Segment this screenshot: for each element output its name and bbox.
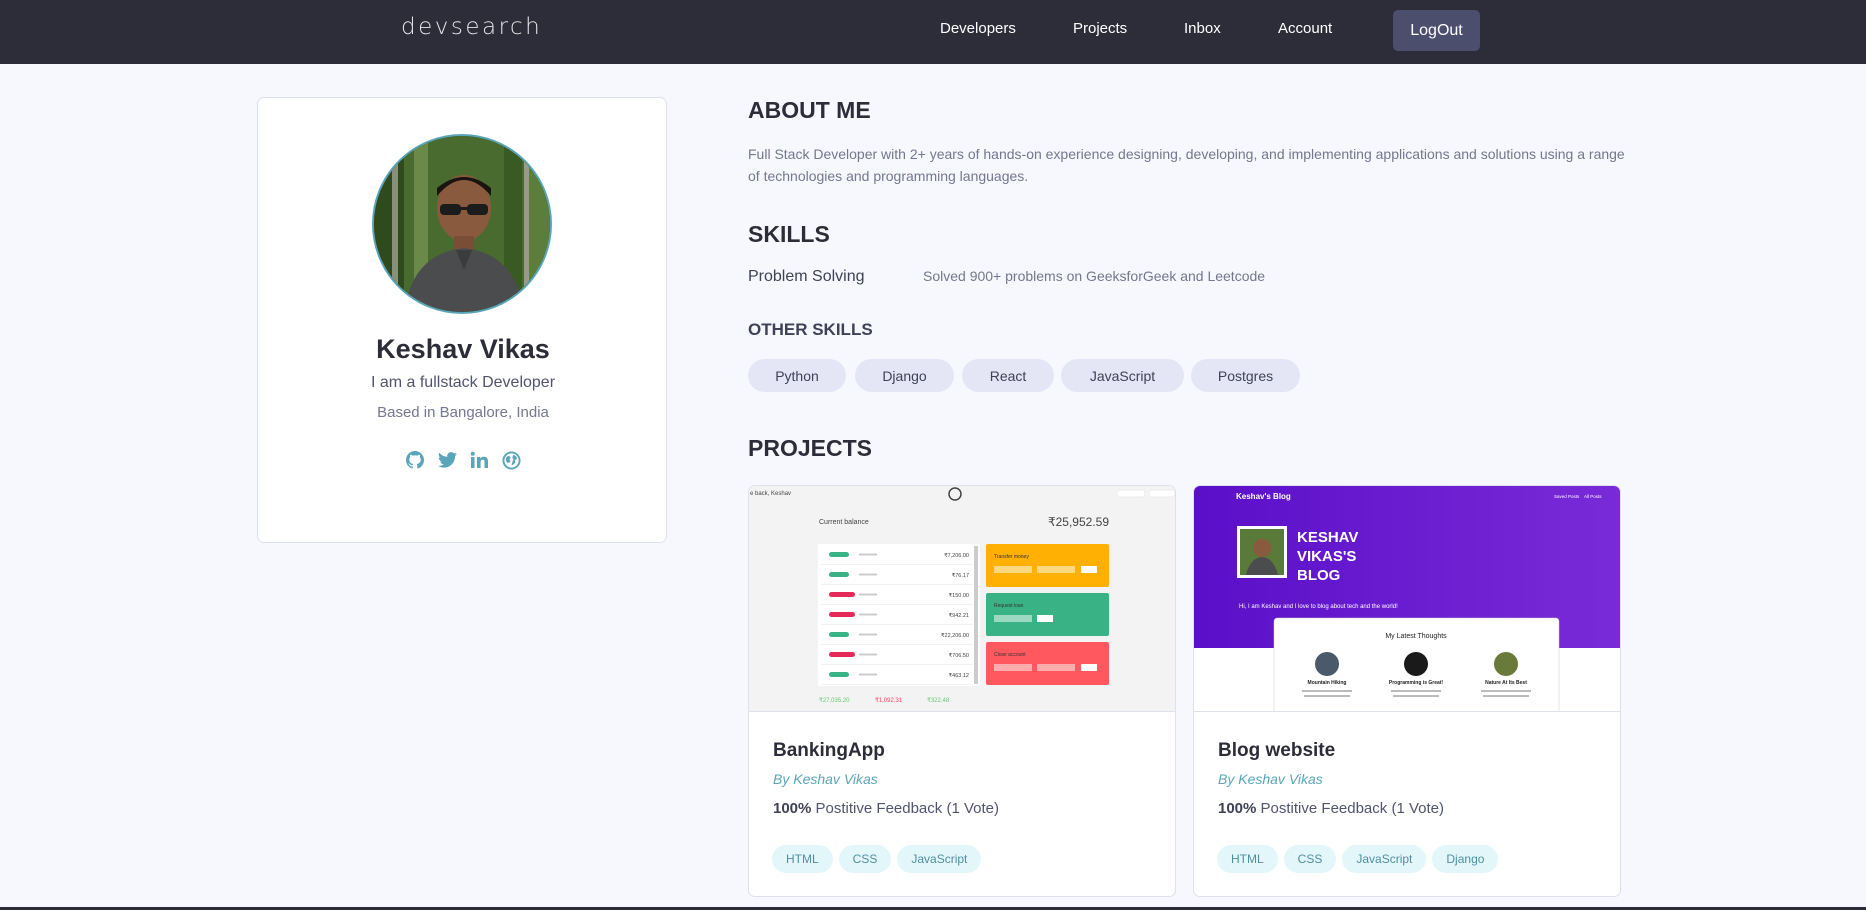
thumb-movement-date bbox=[859, 573, 877, 576]
project-card[interactable]: Keshav's Blog Saved Posts All Posts KESH… bbox=[1193, 485, 1621, 897]
project-card[interactable]: e back, Keshav Current balance ₹25,952.5… bbox=[748, 485, 1176, 897]
thumb-movement-badge bbox=[829, 552, 849, 557]
project-thumbnail[interactable]: e back, Keshav Current balance ₹25,952.5… bbox=[749, 486, 1175, 712]
thumb-movement-separator bbox=[821, 644, 973, 645]
profile-name: Keshav Vikas bbox=[376, 334, 550, 364]
thumb-movement-value: ₹22,206.00 bbox=[941, 632, 969, 639]
thumb-movement-date bbox=[859, 653, 877, 656]
thumb-brand: Keshav's Blog bbox=[1236, 492, 1291, 501]
top-navbar: devsearch Developers Projects Inbox Acco… bbox=[0, 0, 1866, 64]
thumb-latest: My Latest Thoughts bbox=[1385, 633, 1447, 640]
thumb-hero-sub: Hi, I am Keshav and I love to blog about… bbox=[1239, 604, 1398, 610]
thumb-movement-badge bbox=[829, 612, 855, 617]
thumb-transfer: Transfer money bbox=[994, 554, 1029, 560]
thumb-movement-value: ₹7,206.00 bbox=[944, 552, 969, 559]
project-thumbnail[interactable]: Keshav's Blog Saved Posts All Posts KESH… bbox=[1194, 486, 1620, 712]
profile-tagline: I am a fullstack Developer bbox=[370, 374, 556, 391]
thumb-interest: ₹322.48 bbox=[927, 697, 950, 704]
tag: JavaScript bbox=[1342, 845, 1427, 873]
profile-location: Based in Bangalore, India bbox=[377, 404, 549, 421]
skill-chip: Postgres bbox=[1191, 359, 1300, 392]
avatar bbox=[372, 134, 552, 314]
skill-chip: Django bbox=[855, 359, 954, 392]
nav-link-account[interactable]: Account bbox=[1278, 20, 1332, 37]
thumb-movement-badge bbox=[829, 672, 849, 677]
thumb-hero-line: KESHAV bbox=[1297, 529, 1358, 546]
thumb-request: Request loan bbox=[994, 603, 1024, 609]
nav-link-inbox[interactable]: Inbox bbox=[1184, 20, 1221, 37]
thumb-movement-value: ₹463.12 bbox=[949, 672, 969, 679]
thumb-movement-value: ₹150.00 bbox=[949, 592, 969, 599]
social-links bbox=[405, 450, 521, 472]
thumb-movement-separator bbox=[821, 684, 973, 685]
thumb-hero-line: BLOG bbox=[1297, 567, 1340, 584]
project-author[interactable]: By Keshav Vikas bbox=[773, 771, 878, 787]
thumb-movement-badge bbox=[829, 592, 855, 597]
other-skills-heading: OTHER SKILLS bbox=[748, 320, 873, 339]
skill-description: Solved 900+ problems on GeeksforGeek and… bbox=[923, 268, 1266, 284]
thumb-movement-separator bbox=[821, 584, 973, 585]
logout-button[interactable]: LogOut bbox=[1393, 10, 1480, 51]
project-feedback: 100% Postitive Feedback (1 Vote) bbox=[773, 800, 999, 817]
project-title[interactable]: Blog website bbox=[1218, 740, 1335, 762]
linkedin-icon[interactable] bbox=[469, 450, 489, 470]
thumb-hero-line: VIKAS'S bbox=[1297, 548, 1356, 565]
tag: Django bbox=[1432, 845, 1499, 873]
thumb-movement-separator bbox=[821, 624, 973, 625]
thumb-movement-date bbox=[859, 673, 877, 676]
thumb-movement-date bbox=[859, 593, 877, 596]
github-icon[interactable] bbox=[405, 450, 425, 470]
thumb-movement-badge bbox=[829, 632, 849, 637]
thumb-balance: ₹25,952.59 bbox=[1048, 515, 1109, 529]
skills-heading: SKILLS bbox=[748, 221, 830, 247]
tag: CSS bbox=[838, 845, 892, 873]
thumb-movement-separator bbox=[821, 564, 973, 565]
skill-name: Problem Solving bbox=[748, 268, 865, 285]
thumb-movement-badge bbox=[829, 652, 855, 657]
thumb-close: Close account bbox=[994, 652, 1026, 658]
thumb-movement-separator bbox=[821, 664, 973, 665]
website-icon[interactable] bbox=[501, 450, 521, 470]
project-tags: HTML CSS JavaScript bbox=[772, 845, 982, 873]
thumb-movement-separator bbox=[821, 604, 973, 605]
thumb-movement-badge bbox=[829, 572, 849, 577]
thumb-link: All Posts bbox=[1584, 494, 1602, 499]
tag: HTML bbox=[1217, 845, 1278, 873]
skill-chip: JavaScript bbox=[1061, 359, 1184, 392]
thumb-in: ₹27,035.20 bbox=[819, 697, 850, 704]
thumb-balance-label: Current balance bbox=[819, 519, 869, 526]
tag: CSS bbox=[1283, 845, 1337, 873]
about-text: Full Stack Developer with 2+ years of ha… bbox=[748, 146, 1625, 184]
project-author[interactable]: By Keshav Vikas bbox=[1218, 771, 1323, 787]
profile-card: Keshav Vikas I am a fullstack Developer … bbox=[257, 97, 667, 543]
skill-chip: Python bbox=[748, 359, 846, 392]
thumb-link: Saved Posts bbox=[1554, 494, 1580, 499]
about-heading: ABOUT ME bbox=[748, 97, 871, 123]
thumb-post: Programming is Great! bbox=[1389, 680, 1444, 686]
thumb-movement-value: ₹76.17 bbox=[952, 572, 969, 579]
project-tags: HTML CSS JavaScript Django bbox=[1217, 845, 1499, 873]
thumb-movement-date bbox=[859, 633, 877, 636]
thumb-out: ₹1,092.31 bbox=[875, 697, 903, 704]
project-feedback: 100% Postitive Feedback (1 Vote) bbox=[1218, 800, 1444, 817]
thumb-post: Nature At Its Best bbox=[1485, 680, 1527, 686]
logo[interactable]: devsearch bbox=[401, 14, 542, 40]
thumb-post: Mountain Hiking bbox=[1308, 680, 1347, 686]
project-title[interactable]: BankingApp bbox=[773, 740, 885, 762]
nav-link-developers[interactable]: Developers bbox=[940, 20, 1016, 37]
projects-heading: PROJECTS bbox=[748, 435, 872, 461]
nav-link-projects[interactable]: Projects bbox=[1073, 20, 1127, 37]
tag: HTML bbox=[772, 845, 833, 873]
thumb-movement-date bbox=[859, 553, 877, 556]
thumb-movement-value: ₹942.21 bbox=[949, 612, 969, 619]
tag: JavaScript bbox=[897, 845, 982, 873]
thumb-greeting: e back, Keshav bbox=[750, 491, 791, 497]
twitter-icon[interactable] bbox=[437, 450, 457, 470]
skill-chip: React bbox=[962, 359, 1054, 392]
thumb-movement-date bbox=[859, 613, 877, 616]
thumb-movement-value: ₹706.50 bbox=[949, 652, 969, 659]
